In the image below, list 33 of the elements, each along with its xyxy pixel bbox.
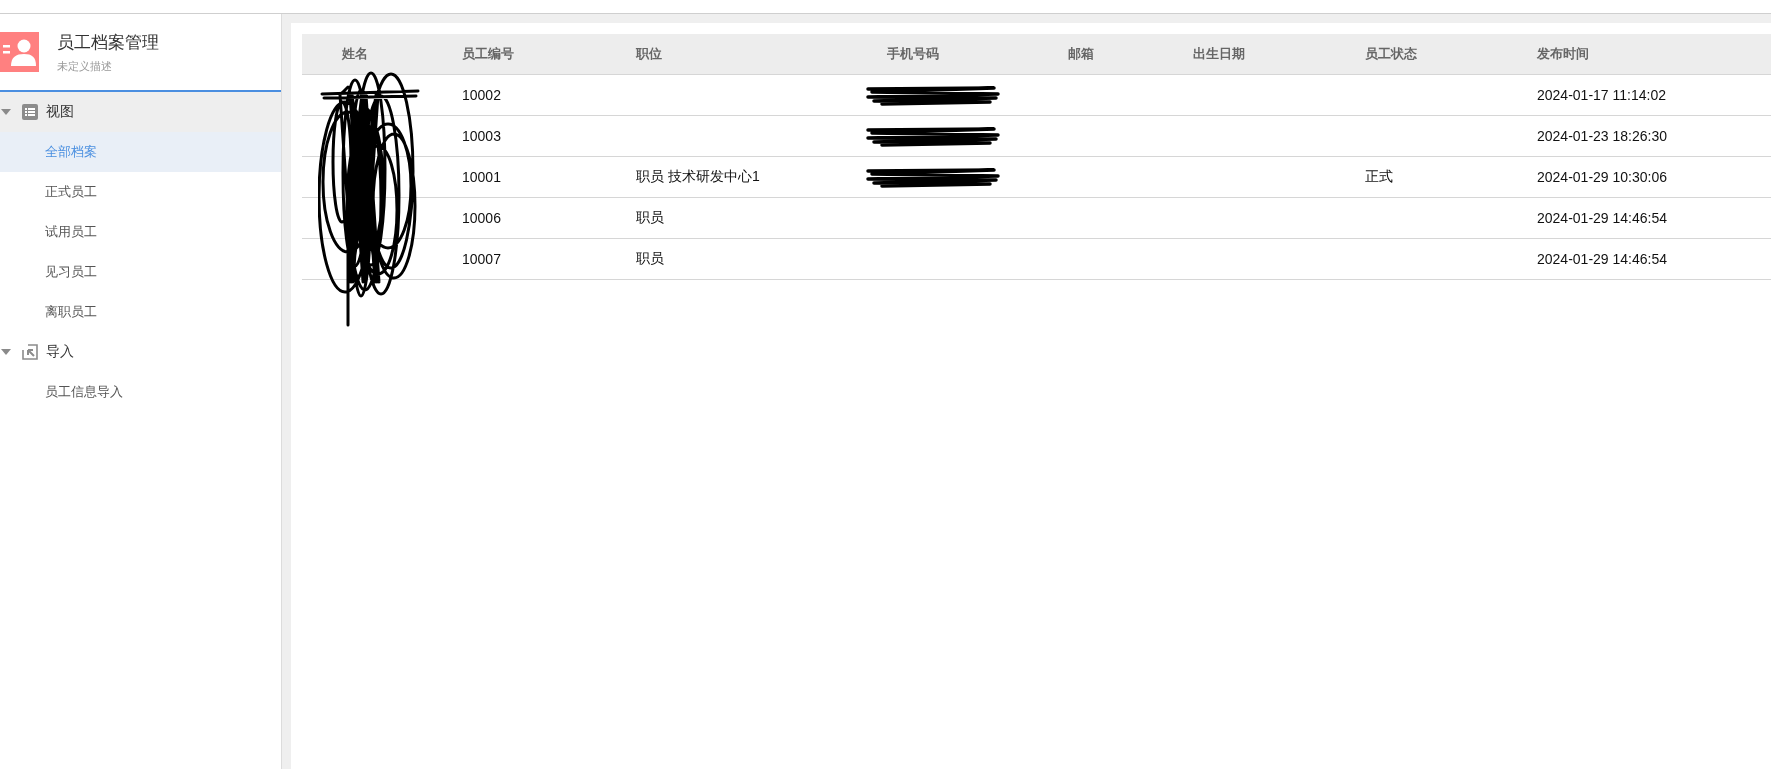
sidebar-item[interactable]: 见习员工 [0,252,281,292]
table-cell: 10007 [462,251,501,267]
table-cell: 2024-01-29 14:46:54 [1537,210,1667,226]
sidebar-item[interactable]: 全部档案 [0,132,281,172]
sidebar-item[interactable]: 正式员工 [0,172,281,212]
sidebar-item[interactable]: 试用员工 [0,212,281,252]
app-title: 员工档案管理 [57,32,159,54]
sidebar-item[interactable]: 员工信息导入 [0,372,281,412]
table-cell: 10002 [462,87,501,103]
column-header[interactable]: 员工编号 [462,45,514,63]
sidebar-group[interactable]: 视图 [0,92,281,132]
table-cell: 10001 [462,169,501,185]
column-header[interactable]: 员工状态 [1365,45,1417,63]
app-subtitle: 未定义描述 [57,59,113,74]
column-header[interactable]: 职位 [636,45,662,63]
column-header[interactable]: 出生日期 [1193,45,1245,63]
column-header[interactable]: 姓名 [342,45,368,63]
table-cell: 2024-01-29 10:30:06 [1537,169,1667,185]
column-header[interactable]: 发布时间 [1537,45,1589,63]
table-cell: 10006 [462,210,501,226]
table-cell: 2024-01-23 18:26:30 [1537,128,1667,144]
table-cell: 2024-01-17 11:14:02 [1537,87,1666,103]
column-header[interactable]: 邮箱 [1068,45,1094,63]
table-cell: 10003 [462,128,501,144]
table-cell: 正式 [1365,168,1393,186]
table-cell: 职员 [636,250,664,268]
table-cell: 职员 技术研发中心1 [636,168,760,186]
column-header[interactable]: 手机号码 [887,45,939,63]
import-icon [22,344,38,360]
table-cell: 职员 [636,209,664,227]
table-cell: 2024-01-29 14:46:54 [1537,251,1667,267]
sidebar-item[interactable]: 离职员工 [0,292,281,332]
list-icon [22,104,38,120]
